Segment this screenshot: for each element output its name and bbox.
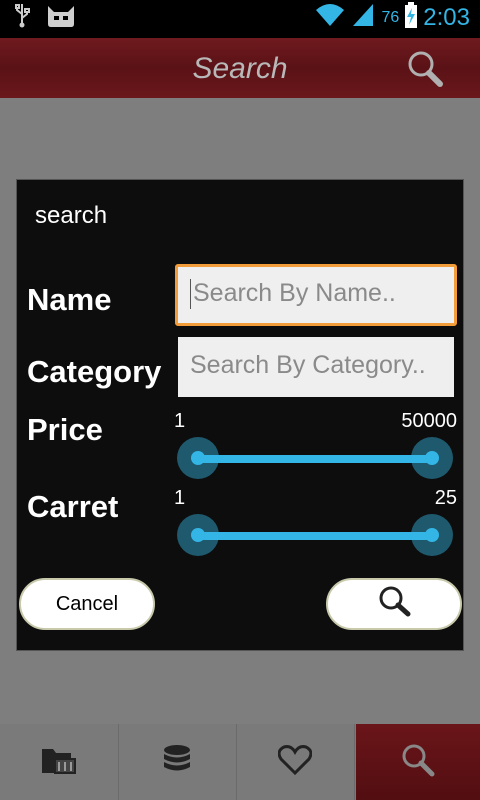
folder-icon [41,745,77,780]
search-icon [400,742,436,783]
category-placeholder: Search By Category.. [190,351,426,379]
price-min-value: 1 [174,410,186,432]
carret-max-value: 25 [434,487,457,509]
price-min-thumb[interactable] [177,437,219,479]
nav-item-stack[interactable] [118,724,237,800]
name-input[interactable]: Search By Name.. [175,264,457,326]
cyanogen-icon [46,4,76,33]
battery-percent: 76 [381,8,400,26]
signal-icon [351,2,375,33]
carret-label: Carret [27,489,119,524]
search-icon[interactable] [404,48,446,90]
stack-icon [162,744,192,781]
battery-charging-icon [405,2,418,33]
price-max-value: 50000 [401,410,457,432]
carret-max-thumb[interactable] [411,514,453,556]
nav-item-search[interactable] [356,724,480,800]
price-label: Price [27,412,103,447]
usb-icon [14,4,30,33]
clock: 2:03 [423,3,470,31]
carret-min-thumb[interactable] [177,514,219,556]
price-range-slider[interactable] [177,437,453,481]
status-bar: 76 2:03 [0,0,480,38]
heart-icon [277,744,313,780]
action-bar: Search [0,38,480,98]
carret-slider-track [197,532,433,540]
search-dialog: search Name Search By Name.. Category Se… [16,179,464,651]
carret-min-value: 1 [174,487,186,509]
nav-item-favorites[interactable] [236,724,355,800]
name-placeholder: Search By Name.. [193,279,396,307]
search-icon [377,585,411,623]
text-caret [190,279,191,310]
price-slider-track [197,455,433,463]
carret-range-slider[interactable] [177,514,453,558]
dialog-title: search [35,202,108,229]
search-submit-button[interactable] [326,578,462,630]
price-max-thumb[interactable] [411,437,453,479]
category-label: Category [27,354,162,389]
category-input[interactable]: Search By Category.. [178,337,454,397]
bottom-navigation [0,724,480,800]
name-label: Name [27,282,112,317]
nav-item-folder[interactable] [0,724,119,800]
wifi-icon [315,2,345,33]
cancel-button[interactable]: Cancel [19,578,155,630]
